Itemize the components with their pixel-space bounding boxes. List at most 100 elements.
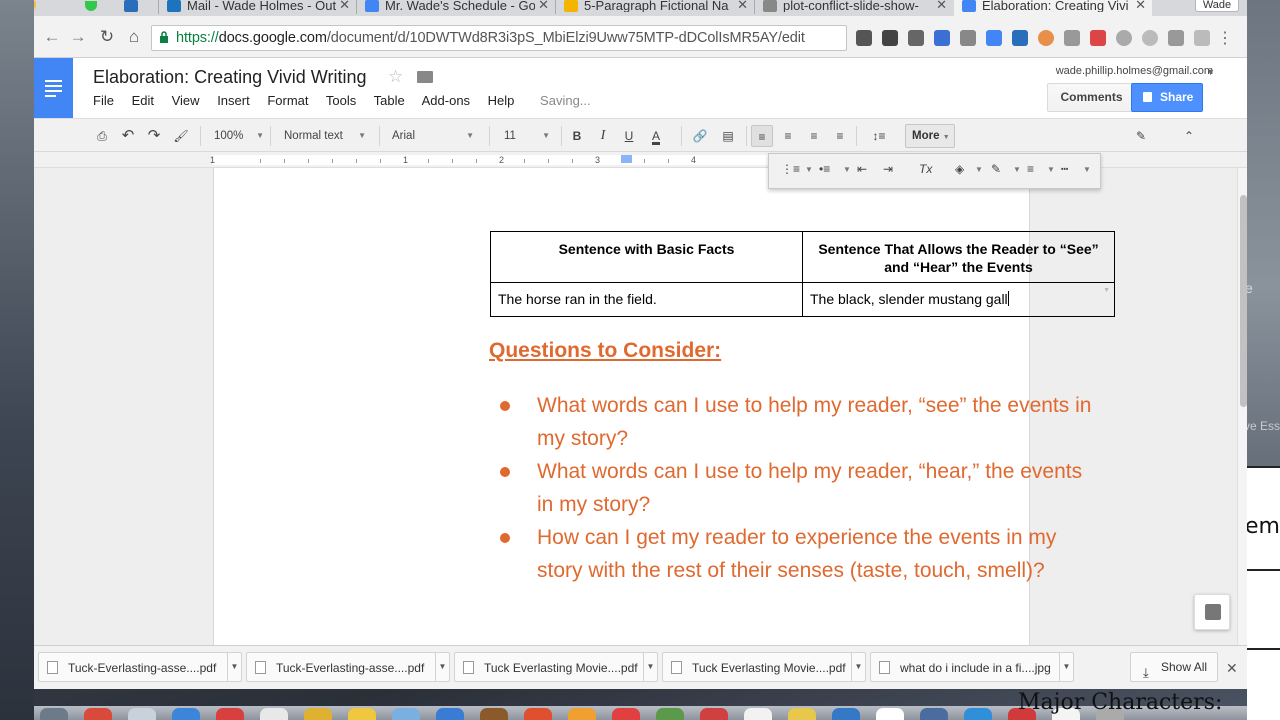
comments-button[interactable]: Comments: [1047, 83, 1136, 112]
paint-format-icon[interactable]: 🖌: [171, 125, 191, 147]
zoom-select[interactable]: 100% ▼: [214, 125, 264, 147]
bold-button[interactable]: B: [567, 125, 587, 147]
document-title[interactable]: Elaboration: Creating Vivid Writing: [93, 67, 366, 88]
menu-view[interactable]: View: [172, 93, 200, 108]
reload-button[interactable]: ↻: [97, 27, 117, 47]
font-size-select[interactable]: 11 ▼: [504, 125, 550, 147]
chevron-down-icon[interactable]: ▼: [227, 653, 241, 681]
table-cell-active[interactable]: The black, slender mustang gall ▼: [802, 282, 1115, 317]
border-width-icon[interactable]: ≡: [1027, 162, 1034, 176]
extension-icon[interactable]: [882, 30, 898, 46]
download-item[interactable]: Tuck Everlasting Movie....pdf ▼: [454, 652, 658, 682]
forward-button[interactable]: →: [68, 27, 88, 47]
star-icon[interactable]: ☆: [388, 67, 403, 87]
document-page[interactable]: Sentence with Basic Facts Sentence That …: [213, 168, 1115, 645]
chevron-down-icon[interactable]: ▼: [851, 653, 865, 681]
scrollbar-thumb[interactable]: [1240, 195, 1247, 407]
menu-addons[interactable]: Add-ons: [422, 93, 470, 108]
extension-icon[interactable]: [908, 30, 924, 46]
tab-mail[interactable]: Mail - Wade Holmes - Out ✕: [159, 0, 356, 16]
undo-icon[interactable]: ↶: [118, 125, 138, 147]
print-icon[interactable]: ⎙: [92, 125, 112, 147]
redo-icon[interactable]: ↷: [144, 125, 164, 147]
chevron-down-icon[interactable]: ▼: [1206, 67, 1215, 77]
align-left-button[interactable]: ≡: [751, 125, 773, 147]
table-header-cell[interactable]: Sentence with Basic Facts: [490, 231, 803, 283]
profile-button[interactable]: Wade: [1195, 0, 1239, 12]
home-button[interactable]: ⌂: [124, 27, 144, 47]
chevron-down-icon[interactable]: ▼: [435, 653, 449, 681]
numbered-list-icon[interactable]: ⋮≡: [781, 162, 800, 176]
extension-icon[interactable]: [960, 30, 976, 46]
menu-tools[interactable]: Tools: [326, 93, 356, 108]
close-icon[interactable]: ✕: [737, 0, 748, 11]
menu-format[interactable]: Format: [267, 93, 308, 108]
extension-icon[interactable]: [1064, 30, 1080, 46]
comment-icon[interactable]: ▤: [718, 125, 738, 147]
decrease-indent-icon[interactable]: ⇤: [857, 162, 867, 176]
explore-button[interactable]: [1194, 594, 1230, 630]
line-spacing-icon[interactable]: ↕≡: [862, 125, 896, 147]
tab-pinned[interactable]: [118, 0, 158, 16]
menu-file[interactable]: File: [93, 93, 114, 108]
tab-schedule[interactable]: Mr. Wade's Schedule - Go ✕: [357, 0, 555, 16]
download-item[interactable]: Tuck Everlasting Movie....pdf ▼: [662, 652, 866, 682]
chrome-menu-icon[interactable]: ⋮: [1217, 28, 1233, 48]
menu-help[interactable]: Help: [488, 93, 515, 108]
account-email[interactable]: wade.phillip.holmes@gmail.com: [1056, 65, 1213, 77]
column-marker[interactable]: [621, 155, 632, 163]
extension-icon[interactable]: [1168, 30, 1184, 46]
extension-icon[interactable]: [1012, 30, 1028, 46]
close-icon[interactable]: ✕: [538, 0, 549, 11]
minimize-window-button[interactable]: [34, 1, 36, 11]
close-icon[interactable]: ✕: [1135, 0, 1146, 11]
menu-insert[interactable]: Insert: [217, 93, 250, 108]
zoom-window-button[interactable]: [85, 1, 97, 11]
menu-table[interactable]: Table: [374, 93, 405, 108]
extension-icon[interactable]: [1194, 30, 1210, 46]
close-icon[interactable]: ✕: [339, 0, 350, 11]
clear-formatting-icon[interactable]: Tx: [919, 162, 932, 176]
close-icon[interactable]: ✕: [936, 0, 947, 11]
extension-icon[interactable]: [856, 30, 872, 46]
bulleted-list-icon[interactable]: •≡: [819, 162, 830, 176]
vertical-scrollbar[interactable]: [1237, 168, 1247, 645]
border-color-icon[interactable]: ✎: [991, 162, 1001, 176]
justify-button[interactable]: ≡: [829, 125, 851, 147]
tab-narrative[interactable]: 5-Paragraph Fictional Na ✕: [556, 0, 754, 16]
chevron-down-icon[interactable]: ▼: [1103, 287, 1110, 294]
drive-icon[interactable]: [986, 30, 1002, 46]
more-button[interactable]: More ▼: [905, 124, 955, 148]
menu-edit[interactable]: Edit: [132, 93, 154, 108]
style-select[interactable]: Normal text ▼: [284, 125, 366, 147]
share-button[interactable]: Share: [1131, 83, 1203, 112]
text-color-button[interactable]: A: [645, 125, 667, 147]
extension-icon[interactable]: [1116, 30, 1132, 46]
increase-indent-icon[interactable]: ⇥: [883, 162, 893, 176]
align-center-button[interactable]: ≡: [777, 125, 799, 147]
italic-button[interactable]: I: [593, 125, 613, 147]
download-item[interactable]: Tuck-Everlasting-asse....pdf ▼: [38, 652, 242, 682]
border-dash-icon[interactable]: ┅: [1061, 162, 1068, 176]
omnibox[interactable]: https://docs.google.com/document/d/10DWT…: [151, 25, 847, 51]
close-icon[interactable]: ✕: [1226, 660, 1238, 677]
download-item[interactable]: what do i include in a fi....jpg ▼: [870, 652, 1074, 682]
link-icon[interactable]: 🔗: [690, 125, 710, 147]
extension-icon[interactable]: [1090, 30, 1106, 46]
back-button[interactable]: ←: [42, 27, 62, 47]
download-item[interactable]: Tuck-Everlasting-asse....pdf ▼: [246, 652, 450, 682]
editing-mode-icon[interactable]: ✎: [1131, 125, 1151, 147]
show-all-downloads-button[interactable]: ⤓ Show All: [1130, 652, 1218, 682]
tab-elaboration[interactable]: Elaboration: Creating Vivi ✕: [954, 0, 1152, 16]
extension-icon[interactable]: [1142, 30, 1158, 46]
extension-icon[interactable]: [934, 30, 950, 46]
extension-icon[interactable]: [1038, 30, 1054, 46]
table-cell[interactable]: The horse ran in the field.: [490, 282, 803, 317]
facts-table[interactable]: Sentence with Basic Facts Sentence That …: [490, 231, 1115, 317]
collapse-menus-icon[interactable]: ⌃: [1179, 125, 1199, 147]
tab-plot-conflict[interactable]: plot-conflict-slide-show- ✕: [755, 0, 953, 16]
docs-logo-icon[interactable]: [34, 58, 73, 118]
align-right-button[interactable]: ≡: [803, 125, 825, 147]
cell-background-icon[interactable]: ◈: [955, 162, 964, 176]
chevron-down-icon[interactable]: ▼: [1059, 653, 1073, 681]
